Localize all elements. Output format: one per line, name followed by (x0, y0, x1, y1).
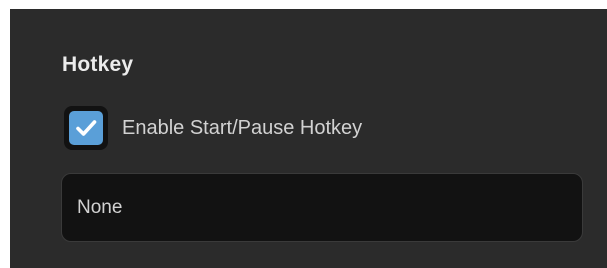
enable-start-pause-hotkey-option[interactable]: Enable Start/Pause Hotkey (64, 106, 362, 150)
checkbox-checked-state (69, 111, 103, 145)
checkmark-icon (76, 120, 97, 136)
hotkey-section-title: Hotkey (62, 53, 134, 76)
enable-start-pause-hotkey-label: Enable Start/Pause Hotkey (122, 116, 363, 139)
hotkey-settings-panel: Hotkey Enable Start/Pause Hotkey None (10, 9, 607, 268)
hotkey-input-value: None (77, 196, 123, 218)
enable-start-pause-hotkey-checkbox[interactable] (64, 106, 108, 150)
hotkey-input[interactable]: None (61, 173, 583, 242)
